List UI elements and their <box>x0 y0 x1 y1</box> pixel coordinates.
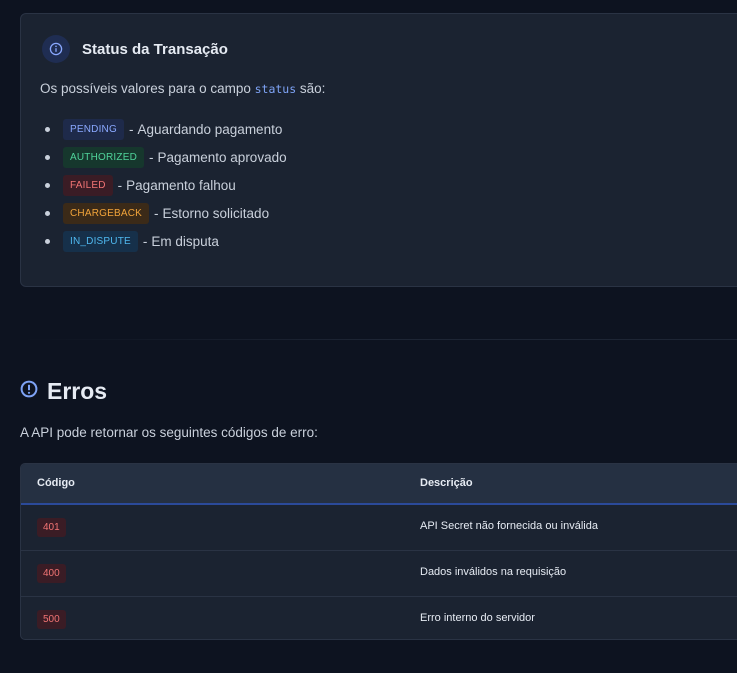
status-intro-suffix: são: <box>296 81 326 96</box>
table-header: Código Descrição <box>21 464 737 505</box>
card-title: Status da Transação <box>82 40 228 58</box>
status-description: Aguardando pagamento <box>137 121 283 137</box>
status-separator: - <box>117 177 123 193</box>
section-divider <box>20 339 737 340</box>
bullet-icon <box>45 126 50 132</box>
status-info-card: Status da Transação Os possíveis valores… <box>20 13 737 287</box>
error-description: Dados inválidos na requisição <box>420 566 567 578</box>
error-code-badge: 400 <box>37 564 66 583</box>
status-badge: AUTHORIZED <box>63 146 144 168</box>
status-badge: CHARGEBACK <box>63 202 150 224</box>
bullet-icon <box>45 154 50 160</box>
status-description: Em disputa <box>151 233 219 249</box>
table-row: 400 Dados inválidos na requisição <box>21 551 737 597</box>
card-header: Status da Transação <box>42 35 228 63</box>
status-description: Pagamento aprovado <box>157 149 287 165</box>
table-row: 401 API Secret não fornecida ou inválida <box>21 505 737 551</box>
page: Status da Transação Os possíveis valores… <box>0 0 737 673</box>
status-badge: FAILED <box>63 174 113 196</box>
status-item: CHARGEBACK - Estorno solicitado <box>41 199 287 227</box>
error-codes-table: Código Descrição 401 API Secret não forn… <box>20 463 737 640</box>
bullet-icon <box>45 238 50 244</box>
errors-intro: A API pode retornar os seguintes códigos… <box>20 425 318 440</box>
status-description: Pagamento falhou <box>126 177 236 193</box>
status-badge: IN_DISPUTE <box>63 230 138 252</box>
status-item: PENDING - Aguardando pagamento <box>41 115 287 143</box>
bullet-icon <box>45 210 50 216</box>
status-badge: PENDING <box>63 118 124 140</box>
status-separator: - <box>149 149 154 165</box>
column-header-description: Descrição <box>420 477 473 489</box>
alert-circle-icon <box>20 380 38 403</box>
error-description: Erro interno do servidor <box>420 612 535 624</box>
status-intro: Os possíveis valores para o campo status… <box>40 81 325 96</box>
status-item: AUTHORIZED - Pagamento aprovado <box>41 143 287 171</box>
status-field-code: status <box>254 82 297 96</box>
error-code-badge: 401 <box>37 518 66 537</box>
status-separator: - <box>142 233 148 249</box>
errors-header: Erros <box>20 378 107 405</box>
status-item: IN_DISPUTE - Em disputa <box>41 227 287 255</box>
error-description: API Secret não fornecida ou inválida <box>420 520 598 532</box>
status-separator: - <box>154 205 159 221</box>
bullet-icon <box>45 182 50 188</box>
status-separator: - <box>128 121 134 137</box>
errors-title: Erros <box>47 378 108 404</box>
status-description: Estorno solicitado <box>162 205 270 221</box>
error-code-badge: 500 <box>37 610 66 629</box>
status-item: FAILED - Pagamento falhou <box>41 171 287 199</box>
status-intro-text: Os possíveis valores para o campo <box>40 81 255 96</box>
column-header-code: Código <box>37 477 75 489</box>
table-row: 500 Erro interno do servidor <box>21 597 737 639</box>
status-list: PENDING - Aguardando pagamento AUTHORIZE… <box>41 115 287 255</box>
info-icon <box>42 35 70 63</box>
